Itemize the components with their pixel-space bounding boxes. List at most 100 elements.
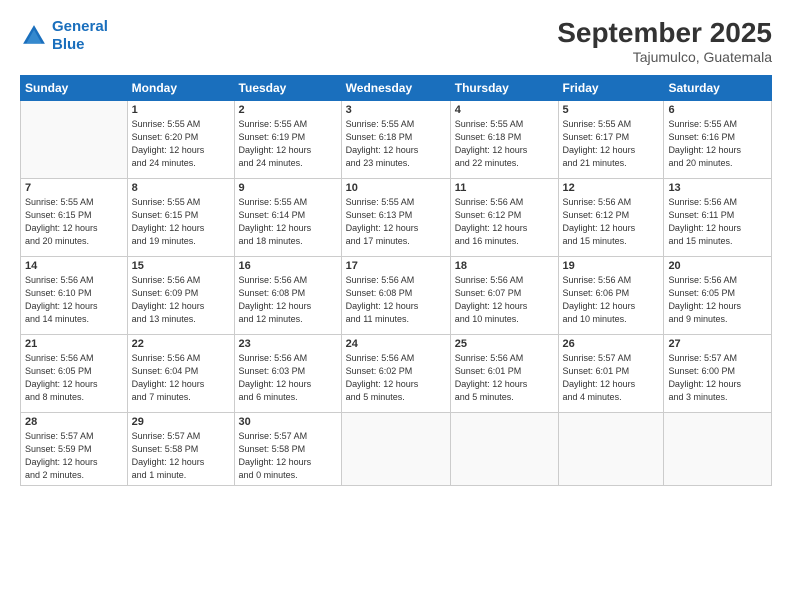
calendar-cell: 11 Sunrise: 5:56 AM Sunset: 6:12 PM Dayli… [450, 178, 558, 256]
day-number: 24 [346, 338, 446, 350]
calendar-cell: 16Sunrise: 5:56 AM Sunset: 6:08 PM Dayli… [234, 256, 341, 334]
weekday-header-friday: Friday [558, 75, 664, 100]
weekday-header-tuesday: Tuesday [234, 75, 341, 100]
day-number: 2 [239, 104, 337, 116]
day-number: 10 [346, 182, 446, 194]
weekday-header-sunday: Sunday [21, 75, 128, 100]
calendar-cell: 6 Sunrise: 5:55 AM Sunset: 6:16 PM Daylig… [664, 100, 772, 178]
calendar-cell [341, 412, 450, 485]
calendar-cell: 24 Sunrise: 5:56 AM Sunset: 6:02 PM Dayli… [341, 334, 450, 412]
day-info: Sunrise: 5:56 AM Sunset: 6:10 PM Dayligh… [25, 274, 123, 326]
calendar-cell: 12Sunrise: 5:56 AM Sunset: 6:12 PM Dayli… [558, 178, 664, 256]
day-info: Sunrise: 5:56 AM Sunset: 6:12 PM Dayligh… [455, 196, 554, 248]
calendar-cell [558, 412, 664, 485]
calendar-cell: 22 Sunrise: 5:56 AM Sunset: 6:04 PM Dayli… [127, 334, 234, 412]
day-number: 5 [563, 104, 660, 116]
day-number: 19 [563, 260, 660, 272]
day-number: 18 [455, 260, 554, 272]
day-number: 3 [346, 104, 446, 116]
day-info: Sunrise: 5:56 AM Sunset: 6:12 PM Dayligh… [563, 196, 660, 248]
day-number: 21 [25, 338, 123, 350]
day-number: 26 [563, 338, 660, 350]
header: General Blue September 2025 Tajumulco, G… [20, 18, 772, 65]
weekday-header-row: SundayMondayTuesdayWednesdayThursdayFrid… [21, 75, 772, 100]
week-row-1: 1 Sunrise: 5:55 AM Sunset: 6:20 PM Daylig… [21, 100, 772, 178]
day-info: Sunrise: 5:56 AM Sunset: 6:08 PM Dayligh… [346, 274, 446, 326]
weekday-header-thursday: Thursday [450, 75, 558, 100]
day-number: 15 [132, 260, 230, 272]
logo-blue: Blue [52, 36, 85, 53]
location: Tajumulco, Guatemala [557, 49, 772, 65]
calendar-cell: 4 Sunrise: 5:55 AM Sunset: 6:18 PM Daylig… [450, 100, 558, 178]
calendar-cell [664, 412, 772, 485]
logo-general: General [52, 18, 108, 35]
day-number: 20 [668, 260, 767, 272]
calendar-cell: 5 Sunrise: 5:55 AM Sunset: 6:17 PM Daylig… [558, 100, 664, 178]
day-number: 22 [132, 338, 230, 350]
day-number: 1 [132, 104, 230, 116]
calendar-cell: 17 Sunrise: 5:56 AM Sunset: 6:08 PM Dayli… [341, 256, 450, 334]
day-number: 9 [239, 182, 337, 194]
page: General Blue September 2025 Tajumulco, G… [0, 0, 792, 612]
calendar: SundayMondayTuesdayWednesdayThursdayFrid… [20, 75, 772, 486]
calendar-cell: 23Sunrise: 5:56 AM Sunset: 6:03 PM Dayli… [234, 334, 341, 412]
day-info: Sunrise: 5:55 AM Sunset: 6:15 PM Dayligh… [132, 196, 230, 248]
calendar-cell [21, 100, 128, 178]
day-number: 8 [132, 182, 230, 194]
day-number: 23 [239, 338, 337, 350]
week-row-2: 7 Sunrise: 5:55 AM Sunset: 6:15 PM Daylig… [21, 178, 772, 256]
day-info: Sunrise: 5:56 AM Sunset: 6:11 PM Dayligh… [668, 196, 767, 248]
day-info: Sunrise: 5:55 AM Sunset: 6:13 PM Dayligh… [346, 196, 446, 248]
calendar-cell: 3 Sunrise: 5:55 AM Sunset: 6:18 PM Daylig… [341, 100, 450, 178]
calendar-cell: 28Sunrise: 5:57 AM Sunset: 5:59 PM Dayli… [21, 412, 128, 485]
calendar-cell: 19 Sunrise: 5:56 AM Sunset: 6:06 PM Dayli… [558, 256, 664, 334]
day-number: 29 [132, 416, 230, 428]
day-number: 6 [668, 104, 767, 116]
day-info: Sunrise: 5:55 AM Sunset: 6:14 PM Dayligh… [239, 196, 337, 248]
day-info: Sunrise: 5:55 AM Sunset: 6:15 PM Dayligh… [25, 196, 123, 248]
day-info: Sunrise: 5:56 AM Sunset: 6:09 PM Dayligh… [132, 274, 230, 326]
calendar-cell: 7 Sunrise: 5:55 AM Sunset: 6:15 PM Daylig… [21, 178, 128, 256]
day-info: Sunrise: 5:56 AM Sunset: 6:04 PM Dayligh… [132, 352, 230, 404]
day-number: 11 [455, 182, 554, 194]
calendar-cell: 1 Sunrise: 5:55 AM Sunset: 6:20 PM Daylig… [127, 100, 234, 178]
day-number: 7 [25, 182, 123, 194]
calendar-cell: 10 Sunrise: 5:55 AM Sunset: 6:13 PM Dayli… [341, 178, 450, 256]
calendar-cell: 14 Sunrise: 5:56 AM Sunset: 6:10 PM Dayli… [21, 256, 128, 334]
weekday-header-wednesday: Wednesday [341, 75, 450, 100]
calendar-cell: 8 Sunrise: 5:55 AM Sunset: 6:15 PM Daylig… [127, 178, 234, 256]
week-row-5: 28Sunrise: 5:57 AM Sunset: 5:59 PM Dayli… [21, 412, 772, 485]
day-number: 16 [239, 260, 337, 272]
calendar-cell: 30Sunrise: 5:57 AM Sunset: 5:58 PM Dayli… [234, 412, 341, 485]
day-info: Sunrise: 5:55 AM Sunset: 6:20 PM Dayligh… [132, 118, 230, 170]
calendar-cell [450, 412, 558, 485]
day-info: Sunrise: 5:56 AM Sunset: 6:05 PM Dayligh… [668, 274, 767, 326]
calendar-cell: 25 Sunrise: 5:56 AM Sunset: 6:01 PM Dayli… [450, 334, 558, 412]
day-info: Sunrise: 5:56 AM Sunset: 6:02 PM Dayligh… [346, 352, 446, 404]
day-number: 25 [455, 338, 554, 350]
day-info: Sunrise: 5:55 AM Sunset: 6:18 PM Dayligh… [455, 118, 554, 170]
day-number: 13 [668, 182, 767, 194]
calendar-cell: 20 Sunrise: 5:56 AM Sunset: 6:05 PM Dayli… [664, 256, 772, 334]
day-number: 27 [668, 338, 767, 350]
day-info: Sunrise: 5:56 AM Sunset: 6:01 PM Dayligh… [455, 352, 554, 404]
day-info: Sunrise: 5:55 AM Sunset: 6:17 PM Dayligh… [563, 118, 660, 170]
day-number: 14 [25, 260, 123, 272]
day-info: Sunrise: 5:57 AM Sunset: 6:00 PM Dayligh… [668, 352, 767, 404]
day-info: Sunrise: 5:55 AM Sunset: 6:16 PM Dayligh… [668, 118, 767, 170]
day-number: 17 [346, 260, 446, 272]
calendar-cell: 13 Sunrise: 5:56 AM Sunset: 6:11 PM Dayli… [664, 178, 772, 256]
calendar-cell: 29Sunrise: 5:57 AM Sunset: 5:58 PM Dayli… [127, 412, 234, 485]
day-number: 28 [25, 416, 123, 428]
calendar-cell: 15 Sunrise: 5:56 AM Sunset: 6:09 PM Dayli… [127, 256, 234, 334]
day-info: Sunrise: 5:55 AM Sunset: 6:18 PM Dayligh… [346, 118, 446, 170]
week-row-3: 14 Sunrise: 5:56 AM Sunset: 6:10 PM Dayli… [21, 256, 772, 334]
day-info: Sunrise: 5:56 AM Sunset: 6:06 PM Dayligh… [563, 274, 660, 326]
calendar-cell: 26Sunrise: 5:57 AM Sunset: 6:01 PM Dayli… [558, 334, 664, 412]
day-number: 4 [455, 104, 554, 116]
calendar-cell: 27 Sunrise: 5:57 AM Sunset: 6:00 PM Dayli… [664, 334, 772, 412]
month-title: September 2025 [557, 18, 772, 49]
logo-icon [20, 22, 48, 50]
week-row-4: 21Sunrise: 5:56 AM Sunset: 6:05 PM Dayli… [21, 334, 772, 412]
day-number: 30 [239, 416, 337, 428]
